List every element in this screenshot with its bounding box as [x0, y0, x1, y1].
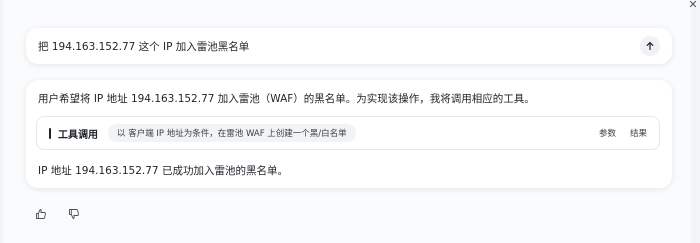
tool-call-box[interactable]: 工具调用 以 客户端 IP 地址为条件，在雷池 WAF 上创建一个黑/白名单 参…: [36, 116, 660, 150]
close-icon[interactable]: ✕: [686, 0, 700, 10]
thumbs-down-icon: [69, 209, 79, 219]
like-button[interactable]: [34, 207, 48, 221]
assistant-reply-card: 用户希望将 IP 地址 194.163.152.77 加入雷池（WAF）的黑名单…: [26, 80, 672, 188]
dislike-button[interactable]: [67, 207, 81, 221]
tool-result-button[interactable]: 结果: [630, 127, 647, 139]
tool-call-marker: [49, 127, 51, 139]
tool-call-title: 工具调用: [58, 129, 98, 141]
tool-call-description-chip: 以 客户端 IP 地址为条件，在雷池 WAF 上创建一个黑/白名单: [108, 124, 356, 142]
reply-intro-text: 用户希望将 IP 地址 194.163.152.77 加入雷池（WAF）的黑名单…: [38, 93, 535, 105]
reply-result-text: IP 地址 194.163.152.77 已成功加入雷池的黑名单。: [38, 165, 288, 177]
thumbs-up-icon: [36, 209, 46, 219]
tool-params-button[interactable]: 参数: [599, 127, 616, 139]
user-prompt-text: 把 194.163.152.77 这个 IP 加入雷池黑名单: [38, 40, 250, 53]
send-button[interactable]: [640, 36, 660, 56]
arrow-up-icon: [646, 42, 654, 51]
user-prompt-bar: 把 194.163.152.77 这个 IP 加入雷池黑名单: [26, 28, 672, 64]
